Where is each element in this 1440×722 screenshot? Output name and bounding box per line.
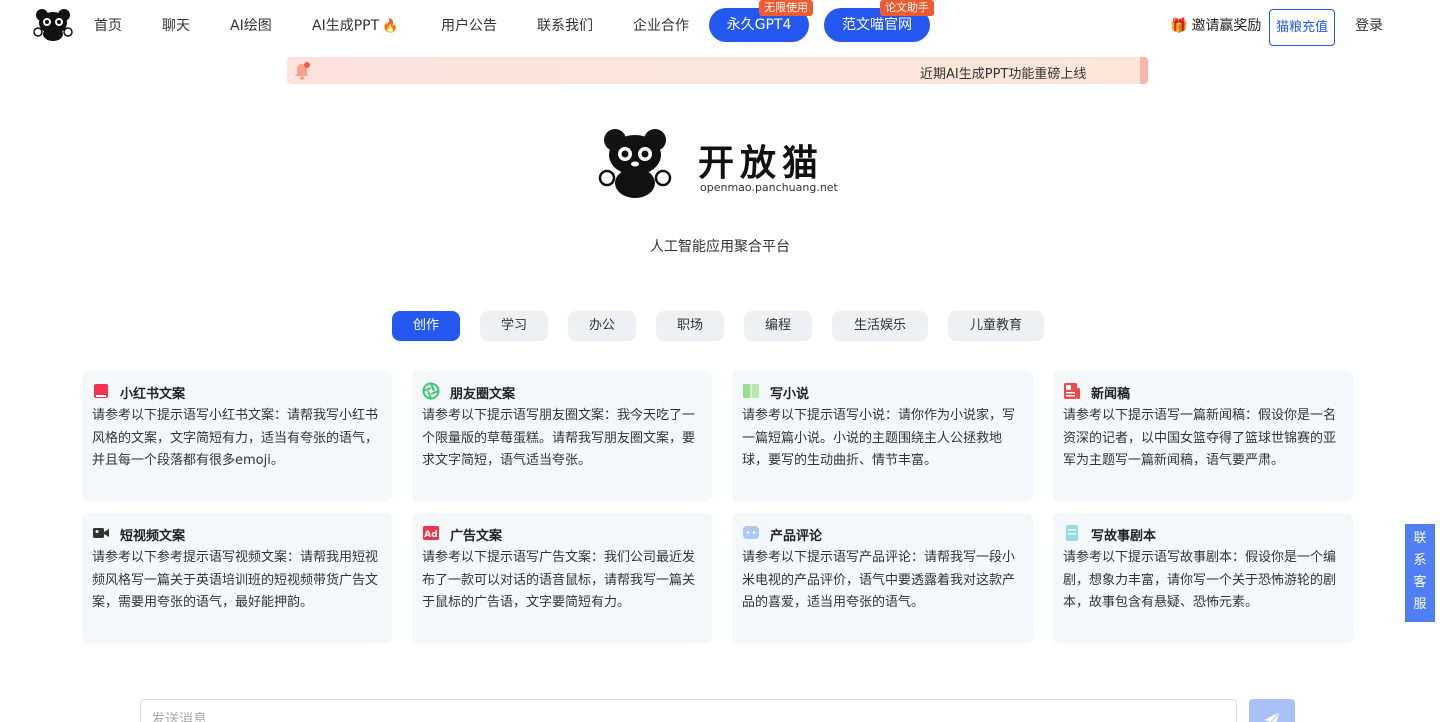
card-body: 请参考以下提示语写小红书文案：请帮我写小红书风格的文案，文字简短有力，适当有夸张… bbox=[92, 408, 379, 468]
gpt4-button[interactable]: 永久GPT4 无限使用 bbox=[709, 0, 813, 42]
ad-icon: Ad bbox=[423, 526, 439, 540]
gift-icon: 🎁 bbox=[1170, 18, 1188, 34]
nav-announcements[interactable]: 用户公告 bbox=[441, 15, 497, 35]
nav-enterprise[interactable]: 企业合作 bbox=[633, 15, 689, 35]
nav-contact-us[interactable]: 联系我们 bbox=[537, 15, 593, 35]
fanwenmiao-label: 范文喵官网 bbox=[842, 17, 912, 33]
card-product-review[interactable]: 产品评论 请参考以下提示语写产品评论：请帮我写一段小米电视的产品评价，语气中要透… bbox=[732, 513, 1033, 643]
invite-label: 邀请赢奖励 bbox=[1191, 18, 1262, 34]
contact-support-button[interactable]: 联系客服 bbox=[1405, 524, 1435, 622]
tab-kids-education[interactable]: 儿童教育 bbox=[948, 311, 1044, 341]
card-title: 短视频文案 bbox=[120, 529, 186, 544]
nav-ai-draw[interactable]: AI绘图 bbox=[230, 15, 272, 35]
notice-bar: 近期AI生成PPT功能重磅上线 bbox=[287, 57, 1148, 84]
script-scroll-icon bbox=[1066, 525, 1078, 541]
newspaper-icon bbox=[1064, 383, 1080, 399]
chat-bubble-icon bbox=[743, 526, 759, 539]
panda-hero-logo-icon bbox=[598, 129, 672, 198]
card-novel[interactable]: 写小说 请参考以下提示语写小说：请你作为小说家，写一篇短篇小说。小说的主题围绕主… bbox=[732, 371, 1033, 501]
card-body: 请参考以下提示语写广告文案：我们公司最近发布了一款可以对话的语音鼠标，请帮我写一… bbox=[422, 550, 696, 610]
tagline: 人工智能应用聚合平台 bbox=[650, 239, 790, 255]
recharge-button[interactable]: 猫粮充值 bbox=[1269, 9, 1335, 46]
card-title: 广告文案 bbox=[450, 529, 503, 544]
tab-creation[interactable]: 创作 bbox=[392, 311, 460, 341]
card-short-video[interactable]: 短视频文案 请参考以下参考提示语写视频文案：请帮我用短视频风格写一篇关于英语培训… bbox=[82, 513, 392, 643]
card-press-release[interactable]: 新闻稿 请参考以下提示语写一篇新闻稿：假设你是一名资深的记者，以中国女篮夺得了篮… bbox=[1053, 371, 1353, 501]
tab-lifestyle[interactable]: 生活娱乐 bbox=[832, 311, 928, 341]
card-xiaohongshu[interactable]: 小红书文案 请参考以下提示语写小红书文案：请帮我写小红书风格的文案，文字简短有力… bbox=[82, 371, 392, 501]
invite-reward-link[interactable]: 🎁 邀请赢奖励 bbox=[1170, 15, 1261, 35]
message-input[interactable] bbox=[140, 699, 1237, 722]
card-title: 朋友圈文案 bbox=[450, 387, 516, 402]
card-title: 产品评论 bbox=[770, 529, 823, 544]
moments-aperture-icon bbox=[422, 382, 440, 400]
thesis-badge: 论文助手 bbox=[880, 0, 934, 16]
card-title: 新闻稿 bbox=[1091, 387, 1131, 402]
gpt4-label: 永久GPT4 bbox=[726, 17, 792, 33]
card-title: 小红书文案 bbox=[120, 387, 186, 402]
tab-programming[interactable]: 编程 bbox=[744, 311, 812, 341]
tab-office[interactable]: 办公 bbox=[568, 311, 636, 341]
nav-chat[interactable]: 聊天 bbox=[162, 15, 190, 35]
card-body: 请参考以下提示语写一篇新闻稿：假设你是一名资深的记者，以中国女篮夺得了篮球世锦赛… bbox=[1063, 408, 1337, 468]
send-button[interactable] bbox=[1249, 699, 1295, 722]
nav-home[interactable]: 首页 bbox=[94, 15, 122, 35]
brand-name: 开放猫 bbox=[698, 143, 825, 184]
card-body: 请参考以下提示语写故事剧本：假设你是一个编剧，想象力丰富，请你写一个关于恐怖游轮… bbox=[1063, 550, 1337, 610]
tab-study[interactable]: 学习 bbox=[480, 311, 548, 341]
notice-edge bbox=[1140, 57, 1148, 84]
unlimited-badge: 无限使用 bbox=[759, 0, 813, 16]
svg-text:Ad: Ad bbox=[424, 530, 437, 540]
card-body: 请参考以下提示语写产品评论：请帮我写一段小米电视的产品评价，语气中要透露着我对这… bbox=[742, 550, 1016, 610]
card-moments[interactable]: 朋友圈文案 请参考以下提示语写朋友圈文案：我今天吃了一个限量版的草莓蛋糕。请帮我… bbox=[412, 371, 712, 501]
nav-ai-ppt[interactable]: AI生成PPT 🔥 bbox=[312, 15, 398, 35]
card-title: 写故事剧本 bbox=[1091, 529, 1157, 544]
bell-icon bbox=[295, 62, 310, 80]
open-book-icon bbox=[743, 384, 759, 398]
flame-icon: 🔥 bbox=[382, 19, 399, 34]
video-camera-icon bbox=[93, 528, 109, 538]
notice-text: 近期AI生成PPT功能重磅上线 bbox=[920, 67, 1087, 82]
panda-logo-icon[interactable] bbox=[33, 8, 73, 42]
card-body: 请参考以下提示语写朋友圈文案：我今天吃了一个限量版的草莓蛋糕。请帮我写朋友圈文案… bbox=[422, 408, 696, 468]
card-body: 请参考以下参考提示语写视频文案：请帮我用短视频风格写一篇关于英语培训班的短视频带… bbox=[92, 550, 379, 610]
brand-domain: openmao.panchuang.net bbox=[700, 181, 838, 194]
card-body: 请参考以下提示语写小说：请你作为小说家，写一篇短篇小说。小说的主题围绕主人公拯救… bbox=[742, 408, 1016, 468]
send-icon bbox=[1264, 711, 1281, 722]
contact-support-label: 联系客服 bbox=[1413, 531, 1427, 612]
nav-ai-ppt-label: AI生成PPT bbox=[312, 18, 380, 34]
login-link[interactable]: 登录 bbox=[1355, 15, 1383, 35]
fanwenmiao-button[interactable]: 范文喵官网 论文助手 bbox=[824, 0, 934, 42]
card-title: 写小说 bbox=[770, 387, 810, 402]
xiaohongshu-book-icon bbox=[94, 384, 108, 398]
card-advertising[interactable]: Ad 广告文案 请参考以下提示语写广告文案：我们公司最近发布了一款可以对话的语音… bbox=[412, 513, 712, 643]
top-nav: 首页 聊天 AI绘图 AI生成PPT 🔥 用户公告 联系我们 企业合作 永久GPT… bbox=[0, 0, 1440, 48]
card-story-script[interactable]: 写故事剧本 请参考以下提示语写故事剧本：假设你是一个编剧，想象力丰富，请你写一个… bbox=[1053, 513, 1353, 643]
tab-workplace[interactable]: 职场 bbox=[656, 311, 724, 341]
